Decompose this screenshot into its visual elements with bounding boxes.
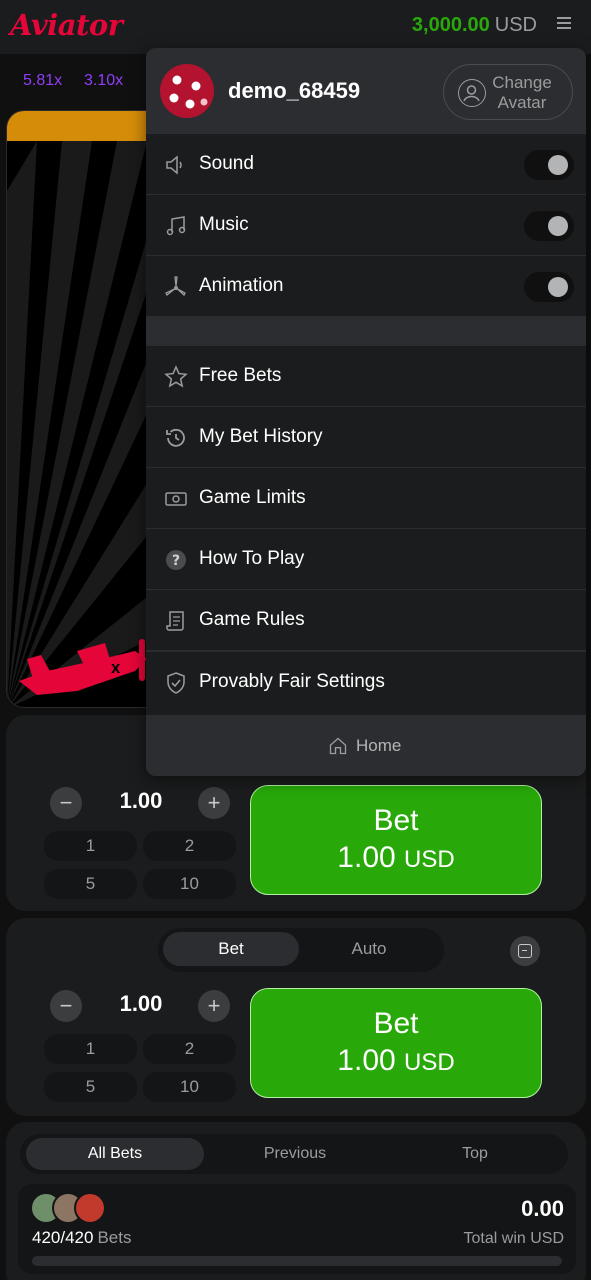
music-toggle[interactable] xyxy=(524,211,574,241)
airplane-icon: X xyxy=(19,639,147,695)
question-icon: ? xyxy=(166,550,186,570)
bet-button-amount: 1.00 xyxy=(337,841,396,874)
svg-text:X: X xyxy=(111,662,121,676)
history-multiplier[interactable]: 5.81x xyxy=(23,72,62,90)
total-win-value: 0.00 xyxy=(521,1196,564,1221)
home-icon xyxy=(329,737,347,755)
increase-button[interactable]: + xyxy=(198,787,230,819)
menu-item-label: My Bet History xyxy=(199,426,323,447)
tab-bet[interactable]: Bet xyxy=(163,932,299,966)
svg-text:?: ? xyxy=(172,553,180,569)
menu-item-free-bets[interactable]: Free Bets xyxy=(146,346,586,407)
user-row: demo_68459 Change Avatar xyxy=(146,48,586,134)
username: demo_68459 xyxy=(228,78,361,103)
home-label: Home xyxy=(356,736,402,755)
menu-item-game-rules[interactable]: Game Rules xyxy=(146,590,586,651)
change-avatar-button[interactable]: Change Avatar xyxy=(443,64,573,120)
menu-divider xyxy=(146,320,586,346)
tab-previous[interactable]: Previous xyxy=(206,1138,384,1170)
history-multiplier[interactable]: 3.10x xyxy=(84,72,123,90)
quick-amount-button[interactable]: 10 xyxy=(143,1072,236,1102)
menu-item-label: Game Limits xyxy=(199,487,306,508)
shield-check-icon xyxy=(167,672,185,694)
propeller-icon xyxy=(165,276,186,297)
menu-item-bet-history[interactable]: My Bet History xyxy=(146,407,586,468)
menu-item-provably-fair[interactable]: Provably Fair Settings xyxy=(146,652,586,716)
bet-button-currency: USD xyxy=(404,846,455,873)
top-bar: Aviator 3,000.00 USD xyxy=(0,0,591,54)
animation-toggle[interactable] xyxy=(524,272,574,302)
remove-panel-icon[interactable] xyxy=(510,936,540,966)
menu-item-label: Music xyxy=(199,214,249,235)
bet-mode-toggle: Bet Auto xyxy=(158,928,444,972)
bets-count: 420/420 Bets xyxy=(32,1228,131,1248)
quick-amount-button[interactable]: 1 xyxy=(44,1034,137,1064)
scroll-icon xyxy=(166,611,184,631)
bets-summary: 420/420 Bets 0.00 Total win USD xyxy=(18,1184,576,1274)
tab-all-bets[interactable]: All Bets xyxy=(26,1138,204,1170)
menu-item-game-limits[interactable]: Game Limits xyxy=(146,468,586,529)
bet-button-label: Bet xyxy=(373,804,419,837)
star-icon xyxy=(164,365,188,388)
menu-item-label: Animation xyxy=(199,275,284,296)
settings-menu: demo_68459 Change Avatar Sound Music Anim… xyxy=(146,48,586,776)
balance: 3,000.00 USD xyxy=(412,14,537,37)
menu-item-how-to-play[interactable]: ? How To Play xyxy=(146,529,586,590)
quick-amount-button[interactable]: 2 xyxy=(143,831,236,861)
menu-item-animation: Animation xyxy=(146,256,586,317)
total-win-label: Total win USD xyxy=(463,1230,564,1247)
bet-amount-value[interactable]: 1.00 xyxy=(96,991,186,1017)
quick-amount-button[interactable]: 5 xyxy=(44,869,137,899)
bet-button-currency: USD xyxy=(404,1049,455,1076)
bets-progress-bar xyxy=(32,1256,562,1266)
change-avatar-label: Avatar xyxy=(497,93,547,112)
menu-item-label: Free Bets xyxy=(199,365,282,386)
bet-amount-value[interactable]: 1.00 xyxy=(96,788,186,814)
tab-auto[interactable]: Auto xyxy=(301,932,437,966)
menu-item-label: How To Play xyxy=(199,548,305,569)
sound-toggle[interactable] xyxy=(524,150,574,180)
user-icon xyxy=(458,79,486,107)
bet-button[interactable]: Bet 1.00 USD xyxy=(250,988,542,1098)
amount-stepper: − 1.00 + xyxy=(44,785,238,825)
increase-button[interactable]: + xyxy=(198,990,230,1022)
bet-button-amount: 1.00 xyxy=(337,1044,396,1077)
speaker-icon xyxy=(166,155,182,175)
bet-button[interactable]: Bet 1.00 USD xyxy=(250,785,542,895)
decrease-button[interactable]: − xyxy=(50,787,82,819)
quick-amount-button[interactable]: 1 xyxy=(44,831,137,861)
quick-amount-button[interactable]: 10 xyxy=(143,869,236,899)
menu-item-label: Sound xyxy=(199,153,254,174)
bets-count-value: 420/420 xyxy=(32,1228,94,1247)
game-canvas: X xyxy=(6,110,166,708)
menu-item-music: Music xyxy=(146,195,586,256)
tab-top[interactable]: Top xyxy=(386,1138,564,1170)
menu-item-label: Provably Fair Settings xyxy=(199,671,385,692)
bets-tabs: All Bets Previous Top xyxy=(20,1134,568,1174)
decrease-button[interactable]: − xyxy=(50,990,82,1022)
bet-button-label: Bet xyxy=(373,1007,419,1040)
music-note-icon xyxy=(166,216,186,236)
bets-section: All Bets Previous Top 420/420 Bets 0.00 T… xyxy=(6,1122,586,1280)
amount-stepper: − 1.00 + xyxy=(44,988,238,1028)
change-avatar-label: Change xyxy=(492,73,552,92)
menu-item-label: Game Rules xyxy=(199,609,305,630)
quick-amount-button[interactable]: 2 xyxy=(143,1034,236,1064)
home-button[interactable]: Home xyxy=(146,716,586,776)
hamburger-icon[interactable] xyxy=(557,17,571,29)
balance-currency: USD xyxy=(494,14,537,36)
menu-item-sound: Sound xyxy=(146,134,586,195)
bets-count-label: Bets xyxy=(97,1228,132,1247)
money-icon xyxy=(165,492,187,506)
aviator-logo: Aviator xyxy=(10,8,123,42)
bet-panel-2: Bet Auto − 1.00 + 1 2 5 10 Bet 1.00 USD xyxy=(6,918,586,1116)
dice-avatar xyxy=(160,64,214,118)
avatar xyxy=(74,1192,106,1224)
balance-amount: 3,000.00 xyxy=(411,14,490,36)
history-icon xyxy=(166,428,185,447)
quick-amount-button[interactable]: 5 xyxy=(44,1072,137,1102)
